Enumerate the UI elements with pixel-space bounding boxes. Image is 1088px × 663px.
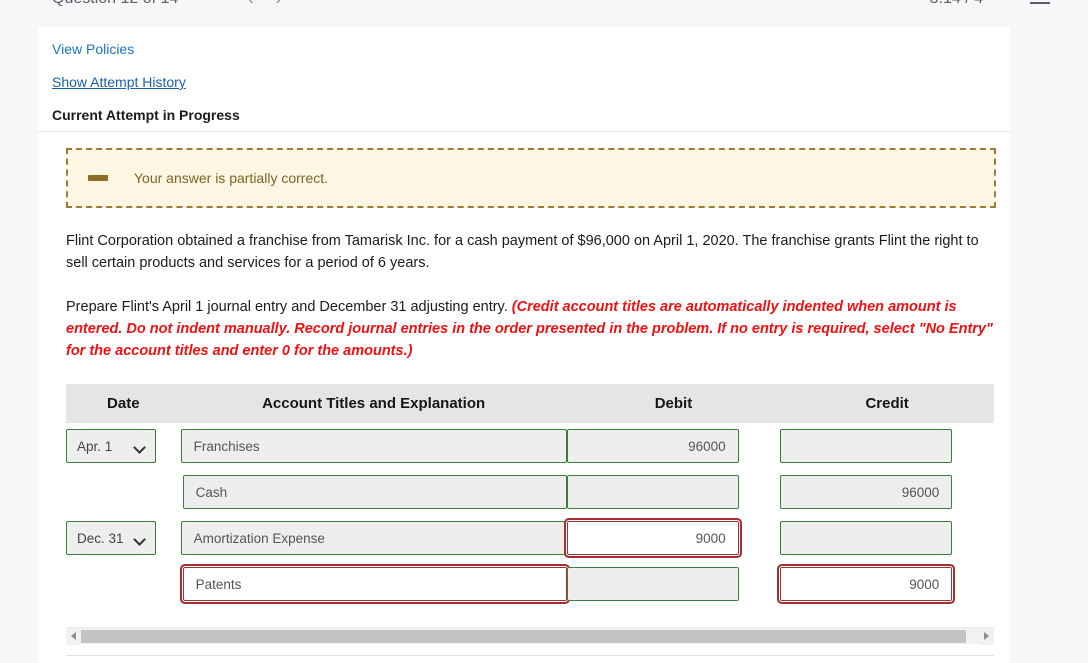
current-attempt-label: Current Attempt in Progress bbox=[52, 107, 240, 123]
table-row bbox=[66, 561, 994, 607]
partial-credit-dash-icon bbox=[88, 175, 108, 181]
cell-credit bbox=[780, 469, 994, 515]
date-select-row-1[interactable]: Apr. 1 bbox=[66, 429, 156, 464]
question-paragraph-1: Flint Corporation obtained a franchise f… bbox=[66, 233, 979, 272]
cell-date: Dec. 31 bbox=[66, 515, 181, 561]
table-row: Apr. 1 bbox=[66, 423, 994, 469]
card-header: View Policies Show Attempt History Curre… bbox=[38, 27, 1010, 132]
scrollbar-track[interactable] bbox=[81, 629, 979, 643]
question-nav-arrows: ‹ › bbox=[248, 0, 281, 9]
scroll-left-arrow-icon bbox=[71, 632, 76, 641]
column-header-account: Account Titles and Explanation bbox=[180, 384, 567, 424]
account-title-input-row-2[interactable] bbox=[182, 475, 567, 510]
cell-account bbox=[180, 515, 567, 561]
debit-input-row-2[interactable] bbox=[566, 475, 739, 510]
question-counter: Question 12 of 14 bbox=[52, 0, 178, 8]
list-menu-icon[interactable] bbox=[1030, 0, 1050, 6]
question-paragraph-2: Prepare Flint's April 1 journal entry an… bbox=[66, 296, 994, 362]
cell-debit bbox=[566, 515, 781, 561]
cell-credit bbox=[780, 515, 994, 561]
table-row bbox=[66, 469, 994, 515]
cell-credit bbox=[780, 561, 994, 607]
partial-credit-alert: Your answer is partially correct. bbox=[66, 148, 996, 208]
horizontal-scrollbar[interactable] bbox=[66, 627, 994, 645]
credit-input-row-1[interactable] bbox=[780, 429, 953, 464]
journal-entry-table: Date Account Titles and Explanation Debi… bbox=[66, 384, 994, 607]
credit-input-row-3[interactable] bbox=[780, 521, 953, 556]
account-title-input-row-3[interactable] bbox=[180, 521, 567, 556]
credit-input-row-2[interactable] bbox=[780, 475, 953, 510]
date-select-wrap: Apr. 1 bbox=[66, 429, 156, 464]
show-attempt-history-link[interactable]: Show Attempt History bbox=[52, 74, 186, 90]
journal-table-head: Date Account Titles and Explanation Debi… bbox=[66, 384, 994, 424]
previous-question-icon[interactable]: ‹ bbox=[248, 0, 254, 9]
journal-table-body: Apr. 1 Dec. 31 bbox=[66, 423, 994, 607]
score-display: 3.14 / 4 bbox=[930, 0, 983, 8]
cell-date bbox=[66, 561, 181, 607]
bottom-divider bbox=[66, 655, 994, 657]
top-bar: Question 12 of 14 ‹ › 3.14 / 4 bbox=[0, 0, 1088, 27]
cell-credit bbox=[780, 423, 994, 469]
scrollbar-thumb[interactable] bbox=[81, 629, 966, 643]
menu-bar-3 bbox=[1030, 2, 1050, 4]
account-title-input-row-1[interactable] bbox=[180, 429, 567, 464]
scroll-right-arrow[interactable] bbox=[979, 627, 994, 645]
column-header-credit: Credit bbox=[780, 384, 994, 424]
column-header-date: Date bbox=[66, 384, 181, 424]
debit-input-row-4[interactable] bbox=[566, 567, 739, 602]
debit-input-row-3[interactable] bbox=[566, 521, 739, 556]
next-question-icon[interactable]: › bbox=[276, 0, 282, 9]
table-row: Dec. 31 bbox=[66, 515, 994, 561]
question-body: Flint Corporation obtained a franchise f… bbox=[38, 230, 1010, 362]
cell-debit bbox=[566, 561, 781, 607]
date-select-wrap: Dec. 31 bbox=[66, 521, 156, 556]
instruction-lead: Prepare Flint's April 1 journal entry an… bbox=[66, 299, 512, 316]
scroll-left-arrow[interactable] bbox=[66, 627, 81, 645]
cell-debit bbox=[566, 423, 781, 469]
column-header-debit: Debit bbox=[566, 384, 781, 424]
view-policies-link[interactable]: View Policies bbox=[52, 41, 134, 57]
cell-account bbox=[181, 469, 567, 515]
cell-debit bbox=[566, 469, 781, 515]
cell-account bbox=[180, 423, 567, 469]
credit-input-row-4[interactable] bbox=[780, 567, 953, 602]
question-card: View Policies Show Attempt History Curre… bbox=[38, 27, 1010, 663]
cell-account bbox=[181, 561, 567, 607]
cell-date: Apr. 1 bbox=[66, 423, 181, 469]
account-title-input-row-4[interactable] bbox=[182, 567, 567, 602]
journal-header-row: Date Account Titles and Explanation Debi… bbox=[66, 384, 994, 424]
alert-message: Your answer is partially correct. bbox=[134, 170, 329, 186]
debit-input-row-1[interactable] bbox=[566, 429, 739, 464]
cell-date bbox=[66, 469, 181, 515]
scroll-right-arrow-icon bbox=[984, 632, 989, 641]
journal-entry-table-wrap: Date Account Titles and Explanation Debi… bbox=[38, 384, 1010, 607]
date-select-row-3[interactable]: Dec. 31 bbox=[66, 521, 156, 556]
